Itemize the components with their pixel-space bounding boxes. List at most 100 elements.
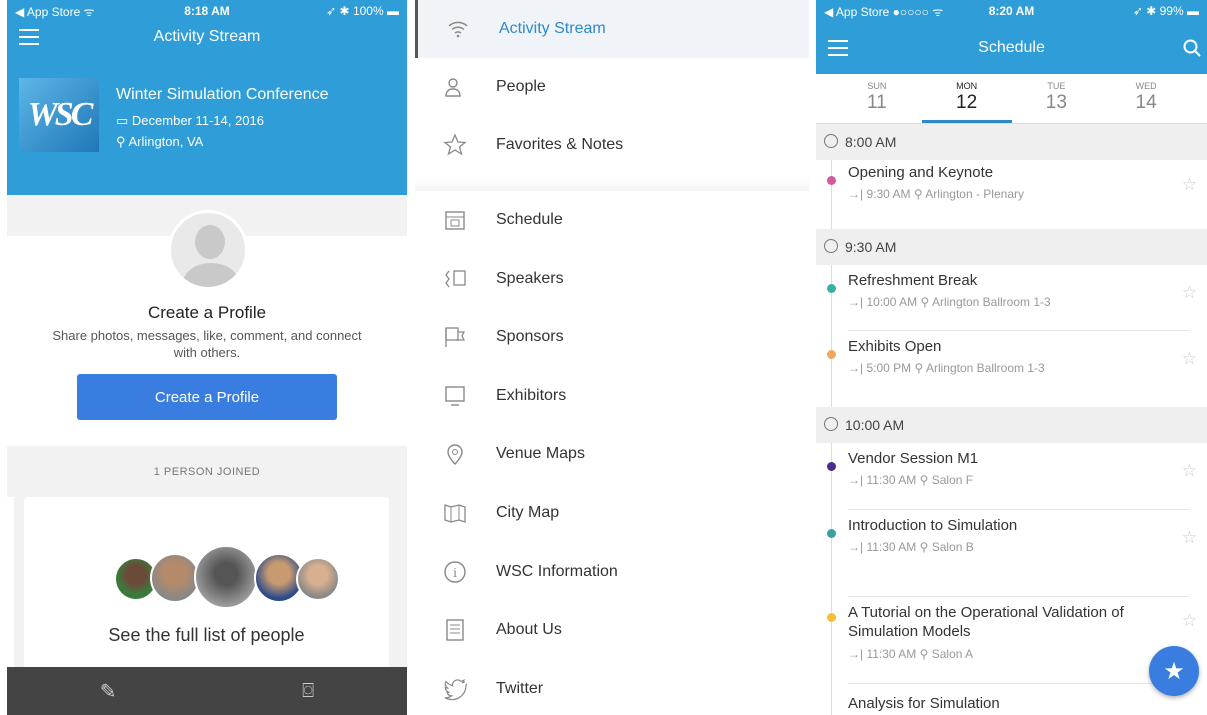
menu-item-label: Venue Maps: [496, 445, 585, 462]
location-pin-icon: ⚲: [911, 361, 926, 375]
card-edge: [7, 497, 14, 677]
profile-title: Create a Profile: [147, 303, 267, 322]
menu-item-city-map[interactable]: City Map: [415, 484, 809, 542]
menu-item-speakers[interactable]: Speakers: [415, 250, 809, 308]
session-item[interactable]: Refreshment Break →| 10:00 AM ⚲ Arlington…: [816, 265, 1207, 331]
svg-text:i: i: [453, 566, 457, 580]
menu-item-venue-maps[interactable]: Venue Maps: [415, 425, 809, 483]
divider: [848, 683, 1189, 684]
session-meta: →| 11:30 AM ⚲ Salon B: [848, 540, 974, 554]
favorites-fab-button[interactable]: ★: [1149, 646, 1199, 696]
create-profile-card: Create a Profile Share photos, messages,…: [7, 210, 407, 446]
clock-icon: [824, 239, 838, 253]
info-icon: i: [443, 560, 467, 584]
menu-item-label: Activity Stream: [499, 20, 606, 37]
navbar: Activity Stream: [7, 22, 407, 52]
tab-day-wed[interactable]: WED 14: [1101, 74, 1191, 123]
activity-stream-screen: ◀ App Store ᯤ 8:18 AM ➶ ✱ 100% ▬ Activit…: [7, 0, 407, 715]
session-title: Opening and Keynote: [848, 164, 994, 181]
session-room: Arlington - Plenary: [925, 187, 1024, 201]
menu-item-twitter[interactable]: Twitter: [415, 660, 809, 715]
tab-day-tue[interactable]: TUE 13: [1012, 74, 1102, 123]
time-header-label: 9:30 AM: [845, 239, 897, 255]
location-pin-icon: ⚲: [916, 473, 932, 487]
session-end-time: 11:30 AM: [866, 540, 917, 554]
session-end-time: 9:30 AM: [866, 187, 911, 201]
tab-day-sun[interactable]: SUN 11: [832, 74, 922, 123]
conference-logo: WSC: [19, 78, 99, 152]
menu-item-activity-stream[interactable]: Activity Stream: [415, 0, 809, 58]
location-pin-icon: ⚲: [916, 647, 932, 661]
session-title: Vendor Session M1: [848, 450, 979, 467]
session-color-dot: [827, 462, 836, 471]
menu-item-sponsors[interactable]: Sponsors: [415, 308, 809, 366]
tab-day-mon[interactable]: MON 12: [921, 74, 1012, 123]
location-pin-icon: ⚲: [916, 540, 932, 554]
menu-item-label: Sponsors: [496, 328, 564, 345]
carrier-label: ◀ App Store ᯤ: [15, 4, 95, 19]
star-icon: ★: [1163, 657, 1185, 685]
session-meta: →| 11:30 AM ⚲ Salon F: [848, 473, 973, 487]
session-room: Salon F: [931, 473, 974, 487]
menu-item-people[interactable]: People: [415, 58, 809, 116]
time-header: 9:30 AM: [816, 229, 1207, 265]
favorite-star-icon[interactable]: ☆: [1182, 461, 1197, 481]
day-name: WED: [1135, 81, 1157, 91]
twitter-icon: [443, 677, 469, 701]
create-profile-button[interactable]: Create a Profile: [77, 374, 337, 420]
status-bar: ◀ App Store ᯤ 8:18 AM ➶ ✱ 100% ▬: [7, 0, 407, 22]
session-item[interactable]: Analysis for Simulation: [816, 688, 1207, 715]
document-icon: [443, 618, 467, 642]
menu-item-about-us[interactable]: About Us: [415, 601, 809, 659]
full-list-link[interactable]: See the full list of people: [24, 625, 389, 646]
menu-item-label: Twitter: [496, 680, 544, 697]
carrier-label: ◀ App Store ●○○○○ ᯤ: [824, 4, 944, 19]
menu-item-label: City Map: [496, 504, 560, 521]
battery-text: 100%: [352, 4, 384, 18]
end-time-icon: →|: [848, 473, 867, 487]
menu-item-favorites-notes[interactable]: Favorites & Notes: [415, 116, 809, 174]
session-item[interactable]: Introduction to Simulation →| 11:30 AM ⚲ …: [816, 510, 1207, 597]
end-time-icon: →|: [848, 540, 867, 554]
search-icon[interactable]: [1183, 39, 1201, 57]
pencil-icon[interactable]: ✎: [100, 679, 117, 704]
avatar: [296, 557, 340, 601]
day-number: 12: [956, 92, 978, 113]
flag-icon: [443, 325, 467, 349]
favorite-star-icon[interactable]: ☆: [1182, 611, 1197, 631]
session-end-time: 11:30 AM: [866, 473, 917, 487]
end-time-icon: →|: [848, 361, 867, 375]
battery-label: ➶ ✱ 100% ▬: [326, 4, 399, 18]
calendar-icon: [443, 208, 467, 232]
menu-item-label: Favorites & Notes: [496, 136, 624, 153]
camera-icon[interactable]: ⌼: [302, 680, 314, 703]
favorite-star-icon[interactable]: ☆: [1182, 283, 1197, 303]
day-name: SUN: [867, 81, 887, 91]
menu-item-wsc-information[interactable]: i WSC Information: [415, 543, 809, 601]
session-color-dot: [827, 284, 836, 293]
day-selector: SUN 11 MON 12 TUE 13 WED 14: [816, 74, 1207, 124]
menu-item-schedule[interactable]: Schedule: [415, 191, 809, 249]
time-header: 8:00 AM: [816, 124, 1207, 160]
dates-text: December 11-14, 2016: [131, 113, 264, 128]
session-item[interactable]: Opening and Keynote →| 9:30 AM ⚲ Arlingto…: [816, 157, 1207, 217]
side-menu: Activity Stream People Favorites & Notes Sc…: [415, 0, 809, 715]
menu-item-exhibitors[interactable]: Exhibitors: [415, 367, 809, 425]
session-title: Exhibits Open: [848, 338, 942, 355]
session-item[interactable]: Exhibits Open →| 5:00 PM ⚲ Arlington Ball…: [816, 331, 1207, 397]
page-title: Schedule: [978, 39, 1045, 56]
wifi-icon: [446, 17, 470, 41]
session-end-time: 5:00 PM: [866, 361, 912, 375]
favorite-star-icon[interactable]: ☆: [1182, 528, 1197, 548]
battery-text: 99%: [1159, 4, 1184, 18]
avatar: [150, 553, 200, 603]
favorite-star-icon[interactable]: ☆: [1182, 175, 1197, 195]
favorite-star-icon[interactable]: ☆: [1182, 349, 1197, 369]
session-room: Arlington Ballroom 1-3: [925, 361, 1045, 375]
menu-item-label: WSC Information: [496, 563, 618, 580]
session-meta: →| 5:00 PM ⚲ Arlington Ballroom 1-3: [848, 361, 1045, 375]
page-title: Activity Stream: [153, 28, 261, 45]
speaker-icon: [443, 267, 467, 291]
people-card[interactable]: See the full list of people: [24, 497, 389, 677]
session-item[interactable]: Vendor Session M1 →| 11:30 AM ⚲ Salon F ☆: [816, 443, 1207, 510]
